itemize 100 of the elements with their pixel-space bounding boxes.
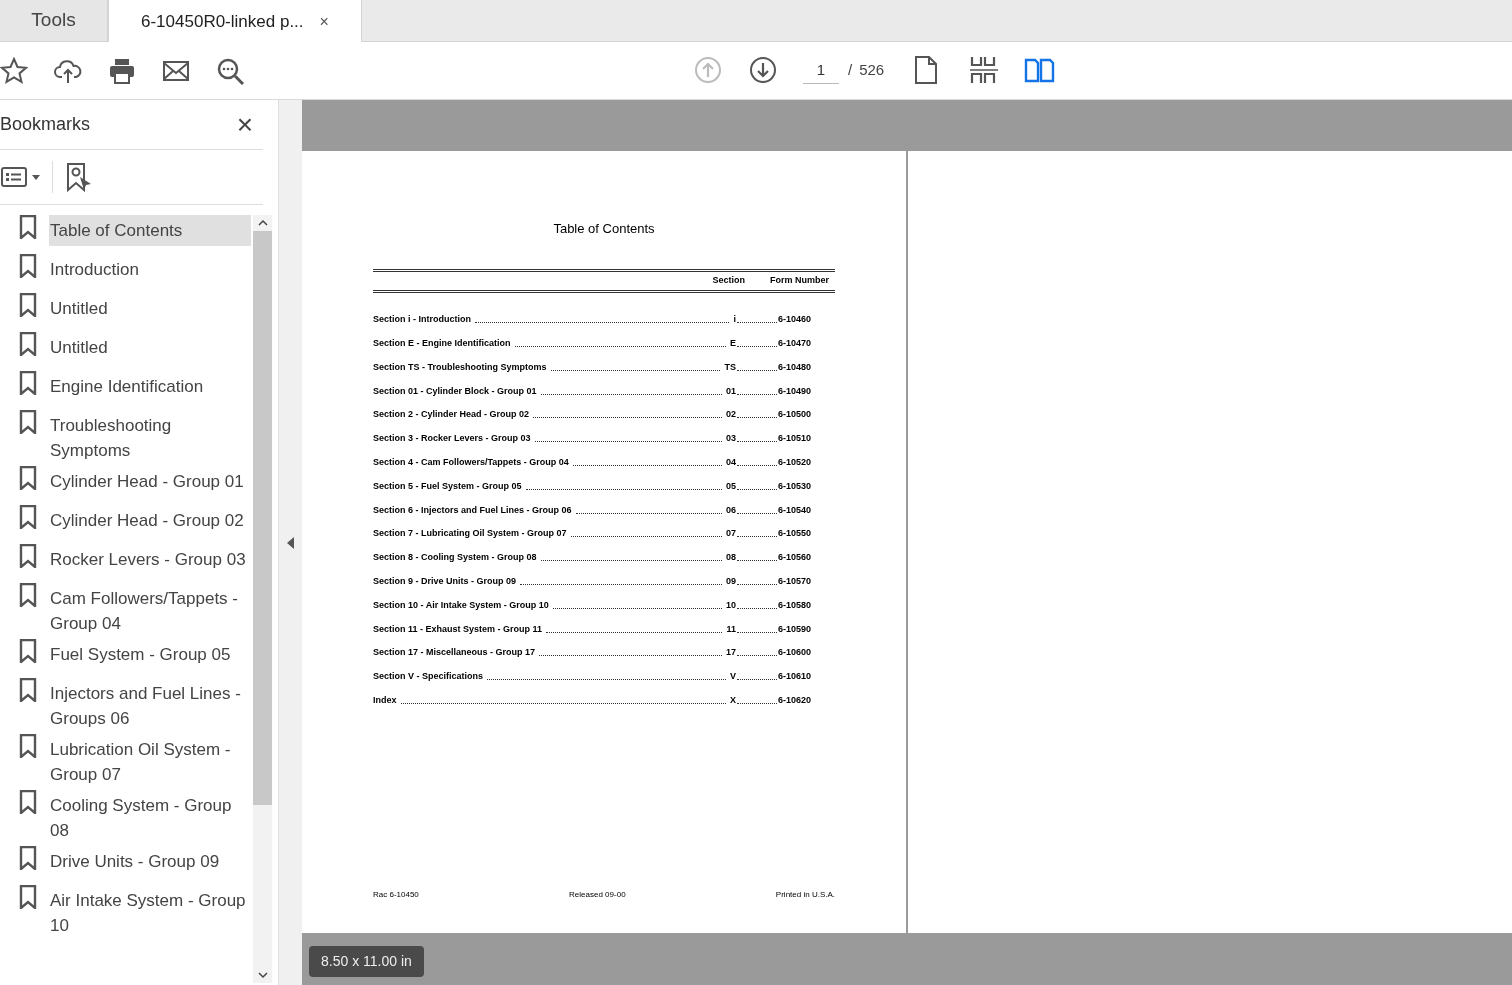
toc-entry: Section 10 - Air Intake System - Group 10 [373,598,549,611]
section-code: 01 [725,384,736,397]
section-code: 05 [725,479,736,492]
bookmark-item[interactable]: Cooling System - Group 08 [49,790,251,846]
zoom-search-icon[interactable] [216,56,244,85]
bookmark-icon [19,332,37,356]
two-page-icon[interactable] [1024,56,1057,84]
form-number: 6-10600 [777,646,811,659]
form-number: 6-10480 [777,360,811,373]
section-code: 08 [725,551,736,564]
options-menu-icon[interactable] [0,165,42,189]
toc-entry: Section 4 - Cam Followers/Tappets - Group 04 [373,456,569,469]
collapse-panel-icon[interactable] [286,536,295,549]
tab-label: 6-10450R0-linked p... [141,10,304,33]
close-tab-button[interactable]: × [319,9,329,34]
form-number: 6-10620 [777,694,811,707]
bookmark-item[interactable]: Air Intake System - Group 10 [49,885,251,941]
section-code: 07 [725,527,736,540]
page-separator: / [848,59,853,80]
page-number-field[interactable]: 1 [803,56,839,84]
bookmark-item[interactable]: Lubrication Oil System - Group 07 [49,734,251,790]
bookmark-icon [19,215,37,239]
form-number: 6-10580 [777,598,811,611]
bookmark-item[interactable]: Drive Units - Group 09 [49,846,251,877]
bookmark-icon [19,846,37,870]
section-code: 04 [725,456,736,469]
form-number: 6-10560 [777,551,811,564]
bookmark-item[interactable]: Engine Identification [49,371,251,402]
form-number: 6-10520 [777,456,811,469]
form-number: 6-10460 [777,313,811,326]
bookmark-icon [19,410,37,434]
toc-entry: Section E - Engine Identification [373,337,511,350]
section-code: i [733,313,736,326]
scrolling-pages-icon[interactable] [968,56,1001,84]
toc-entry: Section TS - Troubleshooting Symptoms [373,360,547,373]
section-code: 11 [726,622,736,635]
footer-text: Released 09-00 [569,889,626,901]
form-number: 6-10590 [777,622,811,635]
bookmark-item[interactable]: Cylinder Head - Group 01 [49,466,251,497]
close-button[interactable]: × [236,110,253,139]
page-size-label: 8.50 x 11.00 in [309,946,424,977]
section-code: 10 [725,598,736,611]
star-icon[interactable] [0,56,28,85]
toc-entry: Section V - Specifications [373,670,484,683]
toc-entry: Section 11 - Exhaust System - Group 11 [373,622,543,635]
form-number: 6-10500 [777,408,811,421]
form-number: 6-10470 [777,337,811,350]
bookmark-icon [19,371,37,395]
section-code: X [729,694,736,707]
footer-text: Printed in U.S.A. [775,889,835,901]
form-number: 6-10540 [777,503,811,516]
toc-entry: Section 2 - Cylinder Head - Group 02 [373,408,530,421]
bookmark-item[interactable]: Cylinder Head - Group 02 [49,505,251,536]
page-heading: Table of Contents [552,220,656,238]
bookmark-item[interactable]: Injectors and Fuel Lines - Groups 06 [49,678,251,734]
bookmark-item[interactable]: Cam Followers/Tappets - Group 04 [49,583,251,639]
toc-entry: Section 9 - Drive Units - Group 09 [373,575,517,588]
bookmark-icon [19,678,37,702]
toc-entry: Section i - Introduction [373,313,471,326]
footer-text: Rac 6-10450 [373,889,419,901]
tab[interactable]: Tools [0,0,108,41]
column-header: Form Number [770,273,829,287]
toc-entry: Section 6 - Injectors and Fuel Lines - Group 06 [373,503,572,516]
bookmark-item[interactable]: Rocker Levers - Group 03 [49,544,251,575]
bookmark-item[interactable]: Introduction [49,254,251,285]
form-number: 6-10530 [777,479,811,492]
form-number: 6-10610 [777,670,811,683]
page-count: 526 [859,59,885,80]
section-code: 03 [725,432,736,445]
scrollbar[interactable] [253,215,272,983]
toc-entry: Section 7 - Lubricating Oil System - Group 07 [373,527,567,540]
bookmark-item[interactable]: Table of Contents [49,215,251,246]
section-code: E [729,337,736,350]
section-code: V [729,670,736,683]
bookmark-search-icon[interactable] [65,162,93,192]
toc-entry: Section 3 - Rocker Levers - Group 03 [373,432,531,445]
bookmark-item[interactable]: Troubleshooting Symptoms [49,410,251,466]
print-icon[interactable] [108,56,136,85]
toc-entry: Section 5 - Fuel System - Group 05 [373,479,522,492]
bookmark-icon [19,885,37,909]
bookmark-icon [19,293,37,317]
section-code: 09 [725,575,736,588]
panel-title: Bookmarks [0,113,91,136]
bookmark-item[interactable]: Untitled [49,293,251,324]
bookmark-item[interactable]: Untitled [49,332,251,363]
section-code: 02 [725,408,736,421]
section-code: 17 [725,646,736,659]
bookmark-icon [19,790,37,814]
bookmark-icon [19,505,37,529]
column-header: Section [712,273,745,287]
bookmark-icon [19,466,37,490]
bookmark-item[interactable]: Fuel System - Group 05 [49,639,251,670]
form-number: 6-10550 [777,527,811,540]
tab[interactable]: 6-10450R0-linked p... × [108,0,362,43]
bookmark-icon [19,254,37,278]
bookmark-icon [19,734,37,758]
bookmark-icon [19,544,37,568]
form-number: 6-10490 [777,384,811,397]
section-code: TS [724,360,736,373]
toc-entry: Index [373,694,397,707]
